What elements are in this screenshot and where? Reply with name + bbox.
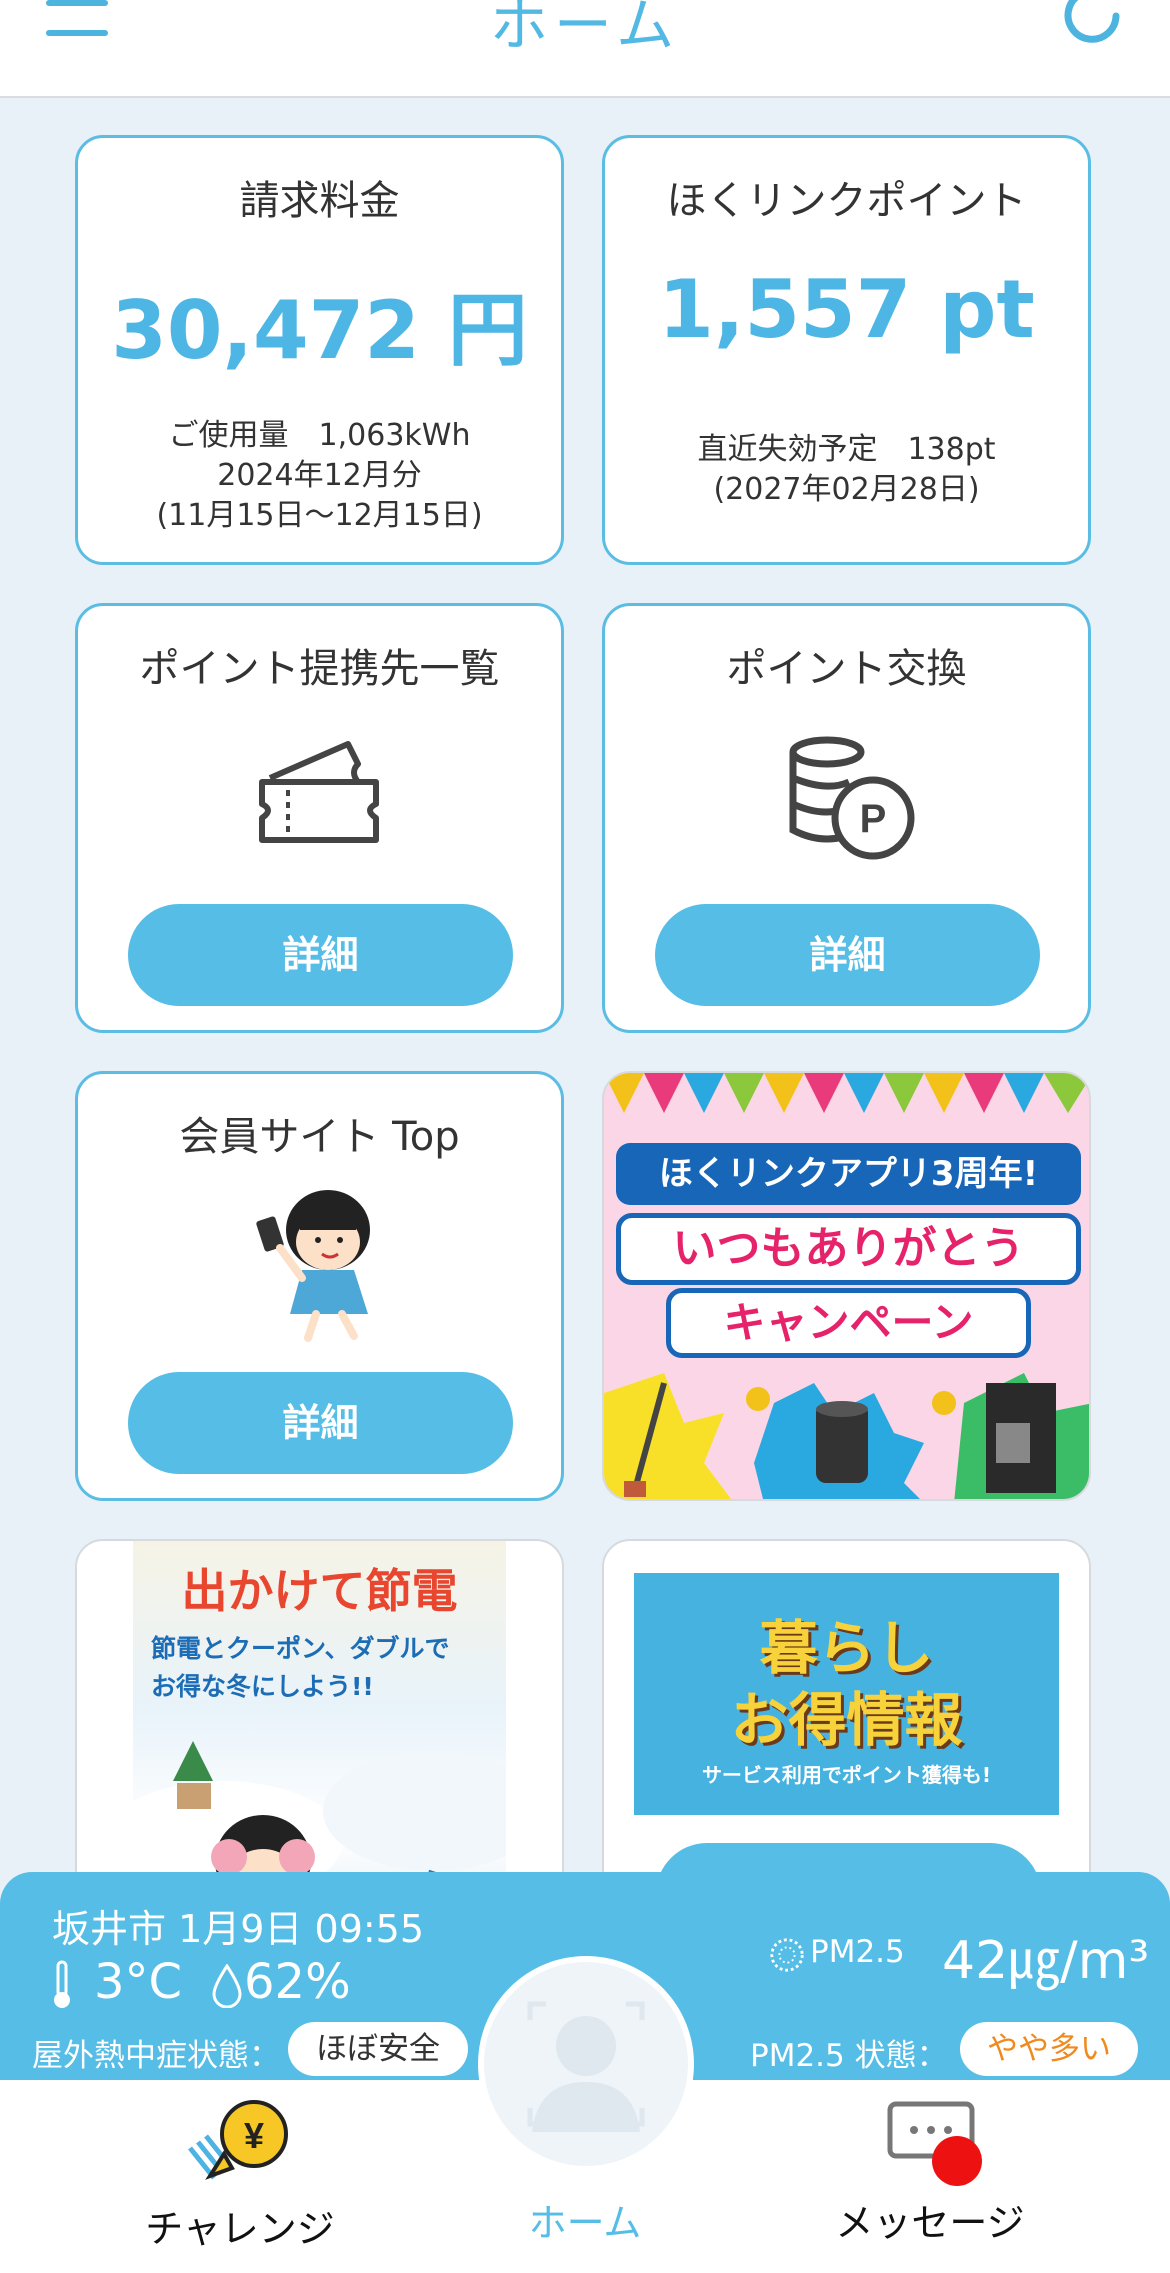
nav-challenge[interactable]: ¥ チャレンジ xyxy=(120,2080,360,2273)
energy-saving-sub2: お得な冬にしよう!! xyxy=(151,1672,374,1701)
pm25-value: 42㎍/m³ xyxy=(942,1931,1150,1991)
weather-location-time: 坂井市 1月9日 09:55 xyxy=(52,1907,425,1951)
character-phone-icon xyxy=(256,1190,370,1342)
campaign-line1: ほくリンクアプリ3周年! xyxy=(616,1143,1081,1205)
ticket-icon xyxy=(259,741,379,843)
energy-saving-sub1: 節電とクーポン、ダブルで xyxy=(151,1634,450,1663)
points-balance: 1,557 pt xyxy=(658,263,1035,356)
points-card[interactable]: ほくリンクポイント 1,557 pt 直近失効予定 138pt (2027年02… xyxy=(602,135,1091,565)
bill-card-title: 請求料金 xyxy=(239,178,400,224)
lightbulb-yen-icon: ¥ xyxy=(188,2100,288,2180)
exchange-detail-button[interactable]: 詳細 xyxy=(655,904,1040,1006)
points-card-title: ほくリンクポイント xyxy=(666,178,1027,224)
pm25-state-label: PM2.5 状態： xyxy=(750,2038,948,2074)
humidity-drop-icon xyxy=(212,1964,242,2008)
heat-status-label: 屋外熱中症状態： xyxy=(32,2038,280,2074)
bill-usage: ご使用量 1,063kWh xyxy=(168,418,471,453)
pm25-label: PM2.5 xyxy=(810,1934,905,1970)
partners-detail-button[interactable]: 詳細 xyxy=(128,904,513,1006)
pm25-state-badge: やや多い xyxy=(960,2022,1138,2076)
refresh-icon[interactable] xyxy=(1058,0,1128,48)
living-info-title2: お得情報 xyxy=(730,1686,963,1754)
bill-amount: 30,472 円 xyxy=(111,284,528,377)
campaign-banner[interactable]: ほくリンクアプリ3周年! いつもありがとう キャンペーン xyxy=(602,1071,1091,1501)
nav-messages[interactable]: メッセージ xyxy=(810,2080,1050,2273)
campaign-line2: いつもありがとう xyxy=(616,1213,1081,1285)
pm25-icon xyxy=(770,1938,804,1972)
point-exchange-title: ポイント交換 xyxy=(726,646,967,692)
weather-temperature: 3°C xyxy=(94,1954,183,2010)
member-site-card: 会員サイト Top 詳細 xyxy=(75,1071,564,1501)
nav-home-label: ホーム xyxy=(528,2201,642,2245)
bill-month: 2024年12月分 xyxy=(217,458,422,493)
home-avatar-button[interactable] xyxy=(478,1956,694,2172)
unread-badge xyxy=(932,2136,982,2186)
bill-card[interactable]: 請求料金 30,472 円 ご使用量 1,063kWh 2024年12月分 (1… xyxy=(75,135,564,565)
bunting-decoration xyxy=(604,1073,1089,1113)
svg-text:¥: ¥ xyxy=(244,2115,264,2156)
points-expiry-date: (2027年02月28日) xyxy=(713,472,980,507)
svg-text:P: P xyxy=(860,797,887,841)
campaign-prizes-illustration xyxy=(604,1373,1089,1499)
nav-challenge-label: チャレンジ xyxy=(145,2207,335,2251)
page-title: ホーム xyxy=(489,0,681,59)
heat-status-badge: ほぼ安全 xyxy=(288,2022,468,2076)
point-exchange-card: ポイント交換 P 詳細 xyxy=(602,603,1091,1033)
coins-p-icon: P xyxy=(789,736,915,860)
member-site-detail-button[interactable]: 詳細 xyxy=(128,1372,513,1474)
campaign-line3: キャンペーン xyxy=(666,1288,1031,1358)
energy-saving-title: 出かけて節電 xyxy=(181,1564,458,1618)
nav-messages-label: メッセージ xyxy=(835,2201,1025,2245)
user-silhouette-icon xyxy=(527,2001,645,2132)
living-info-sub: サービス利用でポイント獲得も! xyxy=(701,1763,992,1787)
point-partners-title: ポイント提携先一覧 xyxy=(139,646,500,692)
points-expiry: 直近失効予定 138pt xyxy=(697,432,996,467)
bill-period: (11月15日〜12月15日) xyxy=(156,498,483,533)
weather-humidity: 62% xyxy=(244,1954,351,2010)
thermometer-icon xyxy=(54,1960,70,2008)
point-partners-card: ポイント提携先一覧 詳細 xyxy=(75,603,564,1033)
member-site-title: 会員サイト Top xyxy=(179,1114,460,1160)
app-header: ホーム xyxy=(0,0,1170,98)
living-info-image: 暮らし お得情報 サービス利用でポイント獲得も! xyxy=(634,1573,1059,1815)
